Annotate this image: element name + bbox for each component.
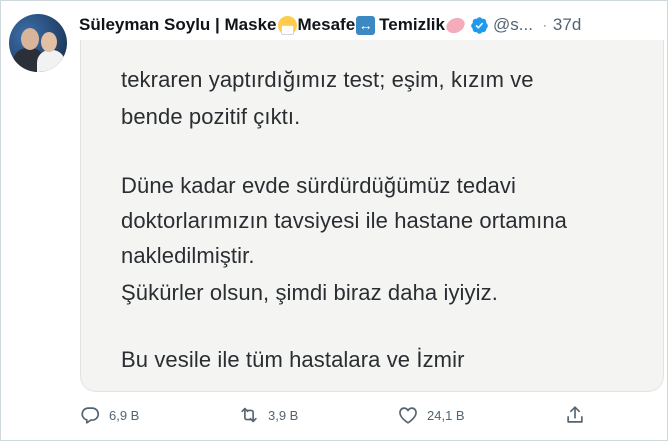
mask-emoji-icon [277, 16, 297, 35]
reply-count: 6,9 B [109, 407, 140, 423]
tweet-text-line: Şükürler olsun, şimdi biraz daha iyiyiz. [121, 280, 498, 305]
share-button[interactable] [564, 402, 594, 428]
reply-button[interactable]: 6,9 B [79, 402, 139, 428]
avatar-face-left [21, 28, 39, 50]
tweet-text-line: tekraren yaptırdığımız test; eşim, kızım… [121, 67, 534, 92]
tweet-text-line: Düne kadar evde sürdürdüğümüz tedavi [121, 173, 516, 198]
avatar[interactable] [9, 14, 67, 72]
tweet-text-line: nakledilmiştir. [121, 243, 255, 268]
tweet-text-line: Bu vesile ile tüm hastalara ve İzmir [121, 347, 465, 372]
tweet-text-line: doktorlarımızın tavsiyesi ile hastane or… [121, 208, 568, 233]
reply-icon [81, 407, 100, 424]
tweet-timestamp[interactable]: 37d [553, 15, 581, 35]
retweet-button[interactable]: 3,9 B [238, 402, 298, 428]
verified-badge-icon [471, 16, 488, 34]
retweet-count: 3,9 B [268, 407, 299, 423]
author-name[interactable]: Süleyman Soylu | Maske Mesafe ↔ Temizlik [79, 15, 468, 36]
author-name-part-2[interactable]: Mesafe [298, 15, 356, 34]
left-right-arrow-emoji-icon: ↔ [356, 16, 376, 35]
tweet-header: Süleyman Soylu | Maske Mesafe ↔ Temizlik @s… [79, 13, 581, 37]
header-separator: · [542, 18, 547, 32]
like-count: 24,1 B [427, 407, 465, 423]
retweet-icon [241, 407, 257, 423]
soap-emoji-icon [443, 15, 468, 36]
author-handle[interactable]: @s... [493, 15, 533, 35]
tweet-text-line: bende pozitif çıktı. [121, 104, 301, 129]
avatar-face-right [41, 32, 57, 52]
like-icon [399, 407, 417, 424]
tweet-image-card[interactable]: tekraren yaptırdığımız test; eşim, kızım… [80, 40, 664, 392]
tweet-actions-bar: 6,9 B 3,9 B 24,1 B [0, 402, 668, 428]
author-name-part-3[interactable]: Temizlik [379, 15, 445, 34]
avatar-person-right [37, 50, 65, 72]
author-name-part-1[interactable]: Süleyman Soylu | Maske [79, 15, 277, 34]
like-button[interactable]: 24,1 B [397, 402, 465, 428]
share-icon [567, 406, 583, 423]
